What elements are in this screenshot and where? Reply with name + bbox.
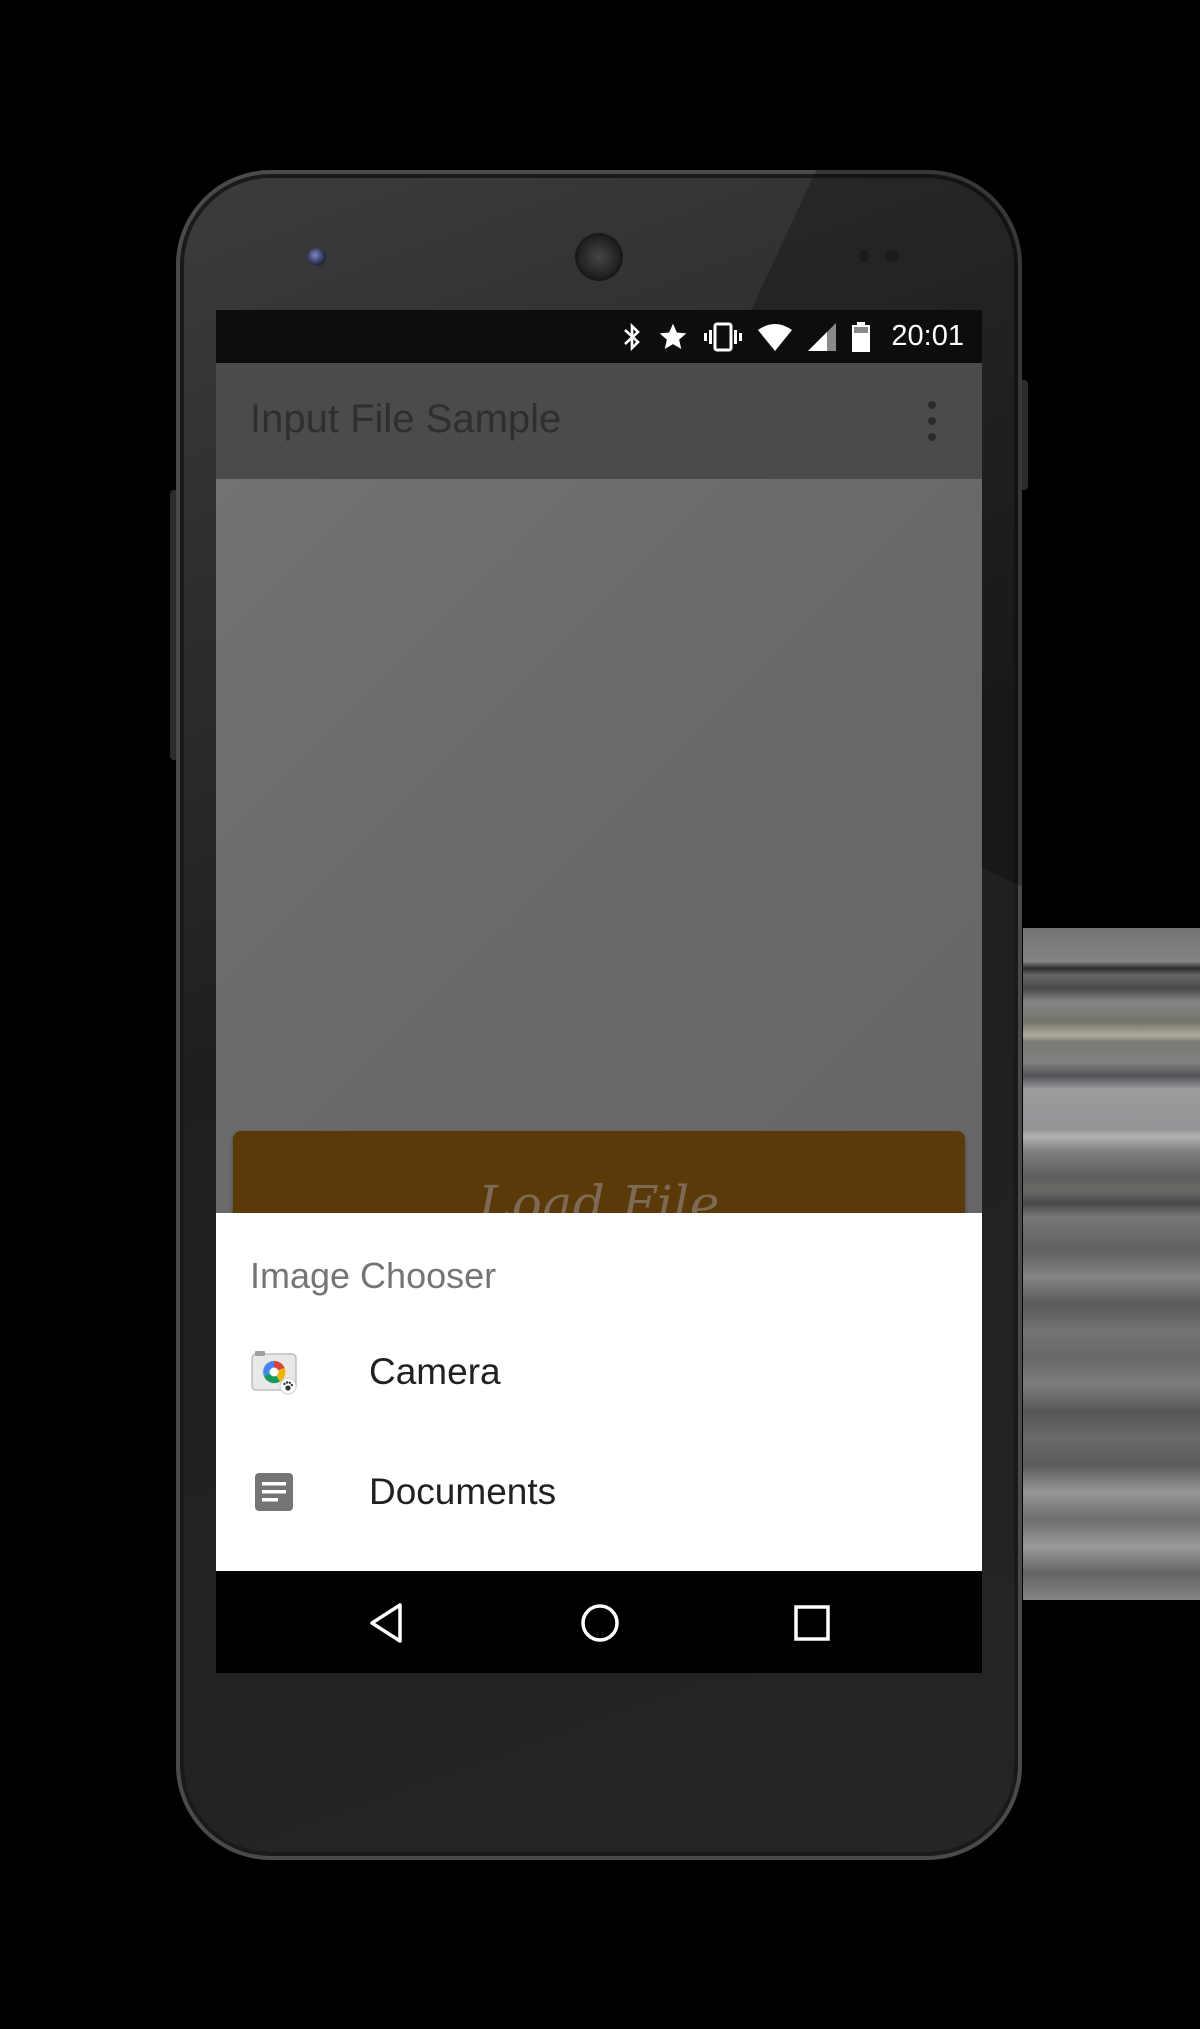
star-icon xyxy=(660,323,687,349)
app-title: Input File Sample xyxy=(250,397,562,441)
image-chooser-sheet: Image Chooser Camera Documents xyxy=(216,1213,982,1571)
more-vert-icon[interactable] xyxy=(926,401,938,441)
navigation-bar xyxy=(216,1571,982,1673)
home-icon[interactable] xyxy=(578,1601,622,1645)
screen: 20:01 Input File Sample Load File Image … xyxy=(216,310,982,1673)
chooser-item-camera[interactable]: Camera xyxy=(216,1315,982,1433)
status-bar: 20:01 xyxy=(216,310,982,363)
recents-icon[interactable] xyxy=(790,1601,834,1645)
signal-icon xyxy=(808,322,837,351)
documents-icon xyxy=(255,1473,293,1511)
wifi-icon xyxy=(758,323,793,351)
background-strip xyxy=(1023,928,1200,1600)
chooser-item-label: Camera xyxy=(369,1351,501,1392)
bluetooth-icon xyxy=(624,322,641,351)
app-bar: Input File Sample xyxy=(216,363,982,479)
light-sensor xyxy=(886,250,898,262)
earpiece-speaker xyxy=(578,236,620,278)
back-icon[interactable] xyxy=(366,1601,410,1645)
camera-app-icon xyxy=(251,1351,297,1395)
clock: 20:01 xyxy=(891,320,964,352)
chooser-item-documents[interactable]: Documents xyxy=(216,1435,982,1553)
chooser-item-label: Documents xyxy=(369,1471,557,1512)
content-area: Load File xyxy=(216,479,982,1277)
vibrate-icon xyxy=(704,322,743,351)
front-camera xyxy=(308,248,326,266)
proximity-sensor xyxy=(858,250,870,262)
battery-icon xyxy=(852,321,871,352)
chooser-title: Image Chooser xyxy=(250,1255,497,1296)
